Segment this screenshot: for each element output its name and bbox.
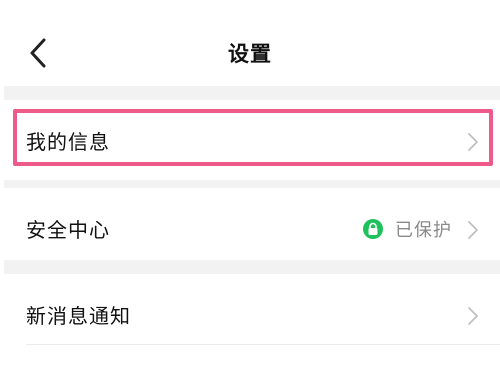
chevron-right-icon <box>468 221 478 239</box>
settings-item-notifications[interactable]: 新消息通知 <box>4 274 500 358</box>
settings-item-label: 新消息通知 <box>26 304 131 328</box>
section-gap <box>4 86 500 100</box>
chevron-right-icon <box>468 307 478 325</box>
chevron-right-icon <box>468 133 478 151</box>
page-title: 设置 <box>228 42 272 66</box>
section-gap <box>4 180 500 188</box>
settings-item-my-info[interactable]: 我的信息 <box>4 100 500 184</box>
lock-icon <box>363 219 383 239</box>
settings-item-label: 安全中心 <box>26 218 110 242</box>
list-divider <box>26 344 500 345</box>
header-bar: 设置 <box>0 0 500 86</box>
security-status: 已保护 <box>363 216 452 242</box>
settings-item-label: 我的信息 <box>26 130 110 154</box>
status-text: 已保护 <box>395 220 452 241</box>
section-gap <box>4 260 500 274</box>
